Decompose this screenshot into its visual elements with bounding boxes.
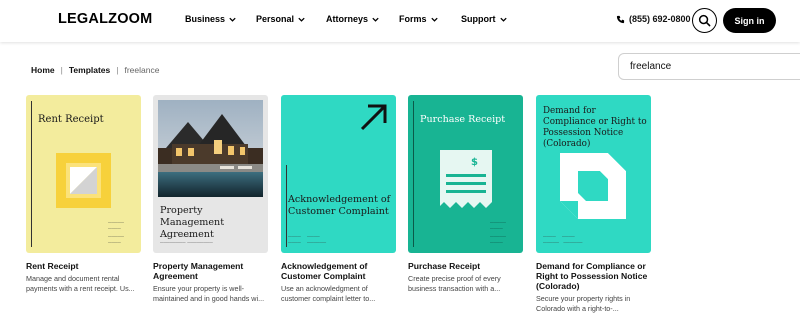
template-card-property-management-agreement[interactable]: Property Management Agreement ———— ———— … bbox=[153, 95, 268, 303]
site-header: LEGALZOOM Business Personal Attorneys Fo… bbox=[0, 0, 800, 42]
card-thumbnail: Demand for Compliance or Right to Posses… bbox=[536, 95, 651, 253]
card-thumbnail: Purchase Receipt $ ————— ———— ————— ———— bbox=[408, 95, 523, 253]
card-thumbnail: Property Management Agreement ———— ———— … bbox=[153, 95, 268, 253]
arrow-up-right-icon bbox=[360, 104, 387, 131]
thumbnail-title: Purchase Receipt bbox=[420, 114, 506, 125]
breadcrumb-separator: | bbox=[116, 65, 119, 75]
chevron-down-icon bbox=[372, 17, 379, 22]
svg-text:$: $ bbox=[471, 157, 478, 168]
card-description: Manage and document rental payments with… bbox=[26, 274, 135, 293]
breadcrumb-home[interactable]: Home bbox=[31, 65, 55, 75]
search-icon bbox=[698, 14, 711, 27]
template-card-rent-receipt[interactable]: Rent Receipt ————— ———— ————— ———— Rent … bbox=[26, 95, 141, 293]
breadcrumb-separator: | bbox=[60, 65, 63, 75]
card-title: Demand for Compliance or Right to Posses… bbox=[536, 261, 648, 291]
phone-icon bbox=[616, 15, 625, 23]
nav-business-label: Business bbox=[185, 14, 226, 24]
document-shape-icon bbox=[560, 153, 626, 219]
card-description: Create precise proof of every business t… bbox=[408, 274, 501, 293]
nav-personal-label: Personal bbox=[256, 14, 295, 24]
nav-attorneys[interactable]: Attorneys bbox=[326, 14, 380, 24]
search-input-value: freelance bbox=[630, 61, 672, 72]
template-card-acknowledgement-of-customer-complaint[interactable]: Acknowledgement of Customer Complaint ——… bbox=[281, 95, 396, 303]
breadcrumb: Home | Templates | freelance bbox=[31, 65, 159, 75]
nav-support[interactable]: Support bbox=[461, 14, 508, 24]
phone-number: (855) 692-0800 bbox=[629, 14, 691, 24]
nav-business[interactable]: Business bbox=[185, 14, 237, 24]
thumbnail-title: Rent Receipt bbox=[38, 114, 104, 125]
card-thumbnail: Rent Receipt ————— ———— ————— ———— bbox=[26, 95, 141, 253]
chevron-down-icon bbox=[430, 17, 438, 22]
card-thumbnail: Acknowledgement of Customer Complaint ——… bbox=[281, 95, 396, 253]
chevron-down-icon bbox=[499, 17, 507, 22]
nav-forms-label: Forms bbox=[399, 14, 427, 24]
chevron-down-icon bbox=[298, 17, 305, 22]
template-card-demand-for-compliance-colorado[interactable]: Demand for Compliance or Right to Posses… bbox=[536, 95, 651, 313]
card-title: Acknowledgement of Customer Complaint bbox=[281, 261, 368, 281]
phone-link[interactable]: (855) 692-0800 bbox=[616, 14, 691, 24]
card-title: Property Management Agreement bbox=[153, 261, 244, 281]
card-title: Purchase Receipt bbox=[408, 261, 481, 271]
thumbnail-title: Acknowledgement of Customer Complaint bbox=[288, 194, 391, 217]
template-card-purchase-receipt[interactable]: Purchase Receipt $ ————— ———— ————— ————… bbox=[408, 95, 523, 293]
nav-support-label: Support bbox=[461, 14, 496, 24]
nav-forms[interactable]: Forms bbox=[399, 14, 439, 24]
nav-attorneys-label: Attorneys bbox=[326, 14, 369, 24]
card-description: Ensure your property is well-maintained … bbox=[153, 284, 265, 303]
sign-in-button[interactable]: Sign in bbox=[723, 8, 776, 33]
search-button[interactable] bbox=[692, 8, 717, 33]
thumbnail-title: Demand for Compliance or Right to Posses… bbox=[543, 106, 647, 149]
nav-personal[interactable]: Personal bbox=[256, 14, 306, 24]
search-input[interactable]: freelance bbox=[618, 53, 800, 80]
chevron-down-icon bbox=[229, 17, 236, 22]
receipt-icon: $ bbox=[440, 150, 492, 208]
legalzoom-logo[interactable]: LEGALZOOM bbox=[58, 11, 152, 27]
receipt-graphic-icon bbox=[56, 153, 111, 208]
card-description: Secure your property rights in Colorado … bbox=[536, 294, 631, 313]
house-photo bbox=[158, 100, 263, 197]
breadcrumb-templates[interactable]: Templates bbox=[69, 65, 110, 75]
breadcrumb-current: freelance bbox=[124, 65, 160, 75]
card-title: Rent Receipt bbox=[26, 261, 79, 271]
card-description: Use an acknowledgment of customer compla… bbox=[281, 284, 376, 303]
